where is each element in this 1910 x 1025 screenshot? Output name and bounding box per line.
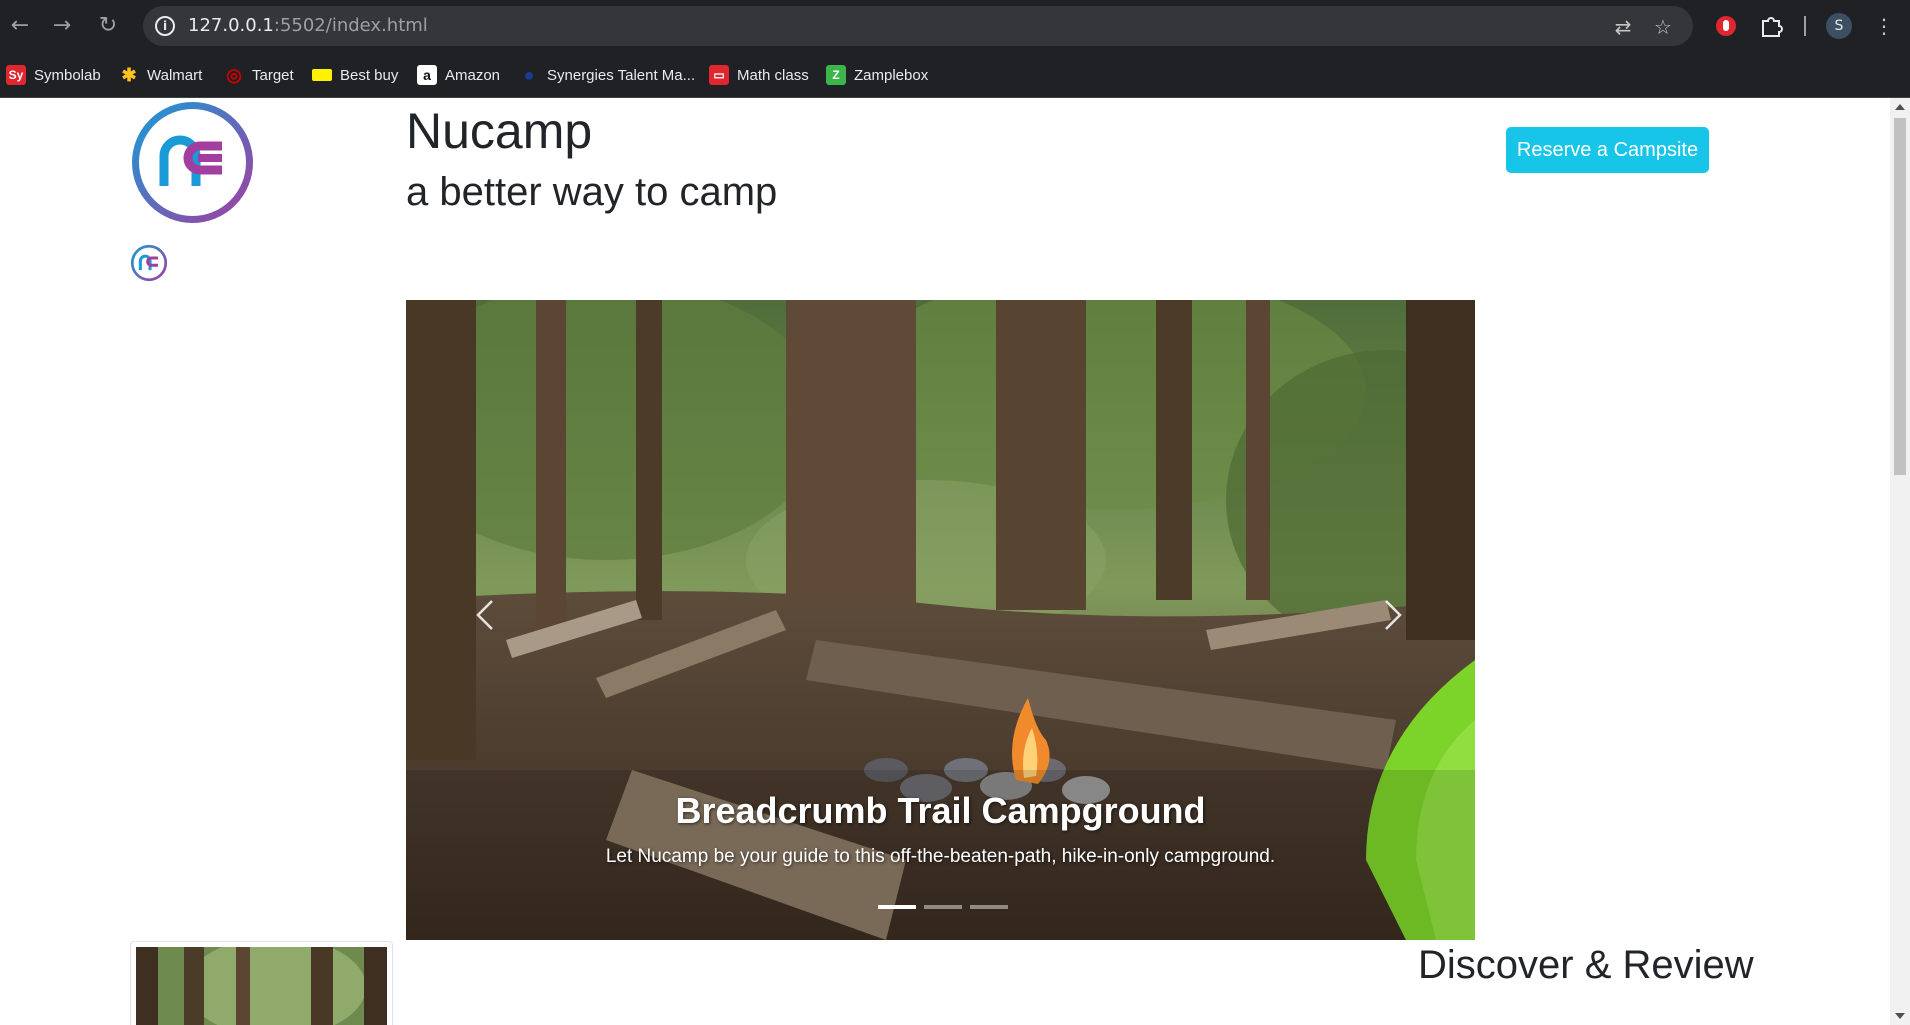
bookmark-label: Target — [252, 66, 294, 84]
carousel-caption-title: Breadcrumb Trail Campground — [675, 790, 1206, 831]
address-bar[interactable]: i 127.0.0.1:5502/index.html ⇄ ☆ — [143, 6, 1693, 46]
toolbar-separator — [1804, 16, 1806, 36]
bookmark-bestbuy[interactable]: Best buy — [312, 63, 398, 87]
scroll-up-arrow-icon[interactable] — [1895, 104, 1905, 110]
carousel-indicators — [878, 905, 1008, 909]
math-class-icon: ▭ — [709, 65, 729, 85]
carousel-indicator-2[interactable] — [924, 905, 962, 909]
scroll-thumb[interactable] — [1894, 118, 1906, 475]
zamplebox-icon: Z — [826, 65, 846, 85]
bookmark-math-class[interactable]: ▭ Math class — [709, 63, 809, 87]
extensions-puzzle-icon[interactable] — [1757, 12, 1785, 40]
forward-icon[interactable]: → — [48, 12, 76, 40]
amazon-icon: a — [417, 65, 437, 85]
site-title: Nucamp — [406, 103, 593, 159]
bookmark-walmart[interactable]: ✱ Walmart — [119, 63, 202, 87]
symbolab-icon: Sy — [6, 65, 26, 85]
nucamp-logo-small[interactable] — [130, 244, 168, 282]
campground-photo — [406, 300, 1475, 940]
translate-icon[interactable]: ⇄ — [1611, 15, 1635, 39]
walmart-spark-icon: ✱ — [121, 65, 137, 85]
bookmark-zamplebox[interactable]: Z Zamplebox — [826, 63, 928, 87]
bookmark-symbolab[interactable]: Sy Symbolab — [6, 63, 101, 87]
browser-toolbar: ← → ↻ i 127.0.0.1:5502/index.html ⇄ ☆ S … — [0, 0, 1910, 52]
carousel-indicator-1[interactable] — [878, 905, 916, 909]
site-info-icon[interactable]: i — [155, 16, 175, 36]
url-text[interactable]: 127.0.0.1:5502/index.html — [188, 15, 428, 36]
profile-avatar[interactable]: S — [1826, 13, 1852, 39]
bookmark-label: Synergies Talent Ma... — [547, 66, 696, 84]
target-icon: ◎ — [226, 65, 242, 85]
back-icon[interactable]: ← — [6, 12, 34, 40]
carousel-indicator-3[interactable] — [970, 905, 1008, 909]
bookmark-label: Symbolab — [34, 66, 101, 84]
carousel-next-icon[interactable] — [1372, 595, 1412, 635]
bookmark-synergies[interactable]: ● Synergies Talent Ma... — [519, 63, 696, 87]
campsite-carousel: Breadcrumb Trail Campground Let Nucamp b… — [406, 300, 1475, 940]
extension-hand-icon[interactable] — [1712, 12, 1740, 40]
campsite-thumbnail-image — [136, 947, 387, 1025]
reserve-campsite-button[interactable]: Reserve a Campsite — [1506, 127, 1709, 173]
url-path: :5502/index.html — [273, 15, 428, 36]
reload-icon[interactable]: ↻ — [94, 12, 122, 40]
campsite-thumbnail-card[interactable] — [130, 941, 393, 1025]
bookmark-label: Math class — [737, 66, 809, 84]
bookmark-target[interactable]: ◎ Target — [224, 63, 294, 87]
url-host: 127.0.0.1 — [188, 15, 274, 36]
discover-review-heading: Discover & Review — [1418, 943, 1754, 987]
synergies-icon: ● — [523, 65, 535, 85]
bookmark-label: Amazon — [445, 66, 501, 84]
bookmark-label: Best buy — [340, 66, 399, 84]
site-tagline: a better way to camp — [406, 170, 778, 214]
carousel-caption-text: Let Nucamp be your guide to this off-the… — [605, 846, 1276, 867]
bestbuy-tag-icon — [312, 69, 332, 81]
bookmark-star-icon[interactable]: ☆ — [1651, 15, 1675, 39]
scroll-down-arrow-icon[interactable] — [1895, 1013, 1905, 1019]
bookmarks-bar: Sy Symbolab ✱ Walmart ◎ Target Best buy … — [0, 52, 1910, 98]
nucamp-logo-large[interactable] — [130, 100, 255, 225]
web-page: Nucamp a better way to camp Reserve a Ca… — [0, 98, 1890, 1025]
bookmark-label: Walmart — [147, 66, 203, 84]
menu-kebab-icon[interactable]: ⋮ — [1870, 12, 1898, 40]
carousel-prev-icon[interactable] — [466, 595, 506, 635]
bookmark-amazon[interactable]: a Amazon — [417, 63, 500, 87]
bookmark-label: Zamplebox — [854, 66, 929, 84]
page-scrollbar[interactable] — [1890, 98, 1910, 1025]
